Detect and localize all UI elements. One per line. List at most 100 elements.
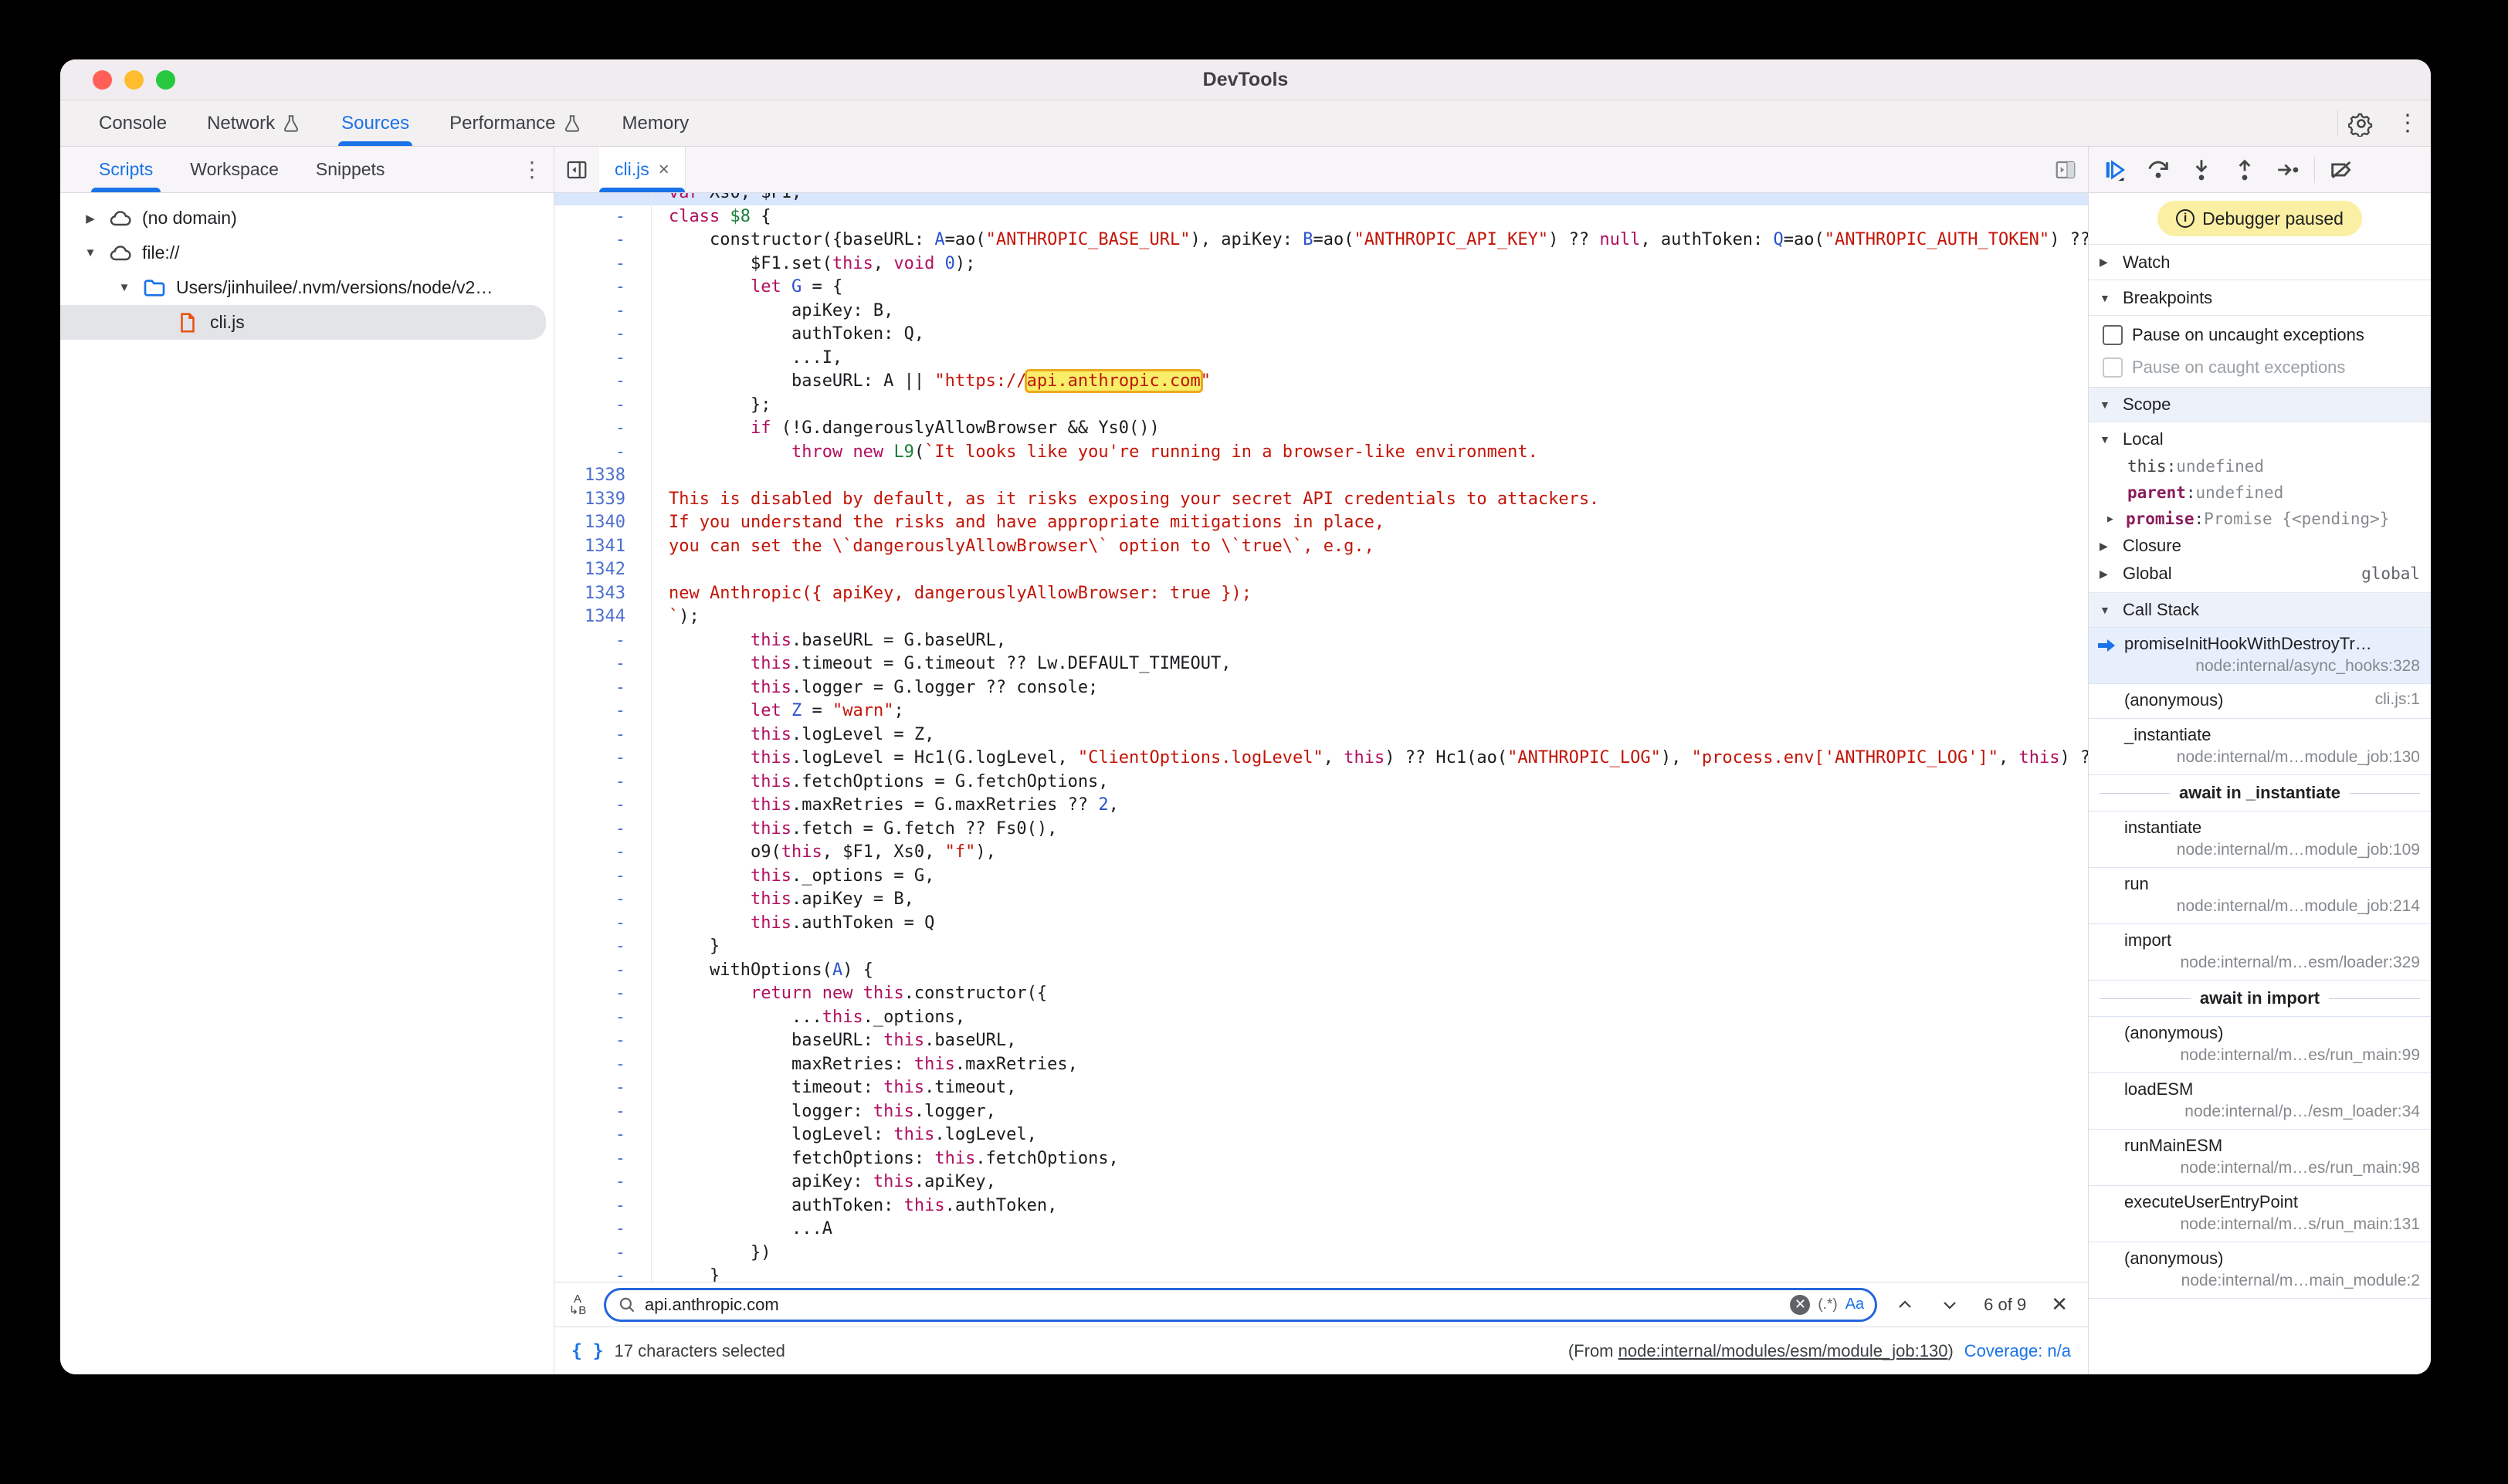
- scope-entry-parent[interactable]: parent: undefined: [2089, 479, 2431, 506]
- resume-script-icon[interactable]: [2095, 151, 2135, 188]
- section-watch[interactable]: ▶ Watch: [2089, 244, 2431, 280]
- match-case-toggle[interactable]: Aa: [1845, 1296, 1864, 1313]
- line-number[interactable]: -: [554, 1242, 625, 1265]
- call-stack-frame[interactable]: (anonymous)cli.js:1: [2089, 684, 2431, 719]
- line-number[interactable]: -: [554, 1076, 625, 1100]
- line-number[interactable]: -: [554, 794, 625, 818]
- tab-memory[interactable]: Memory: [602, 100, 710, 146]
- chevron-right-icon[interactable]: ▶: [80, 212, 100, 225]
- line-number[interactable]: -: [554, 865, 625, 889]
- line-number[interactable]: -: [554, 652, 625, 676]
- line-number[interactable]: -: [554, 1218, 625, 1242]
- call-stack-frame[interactable]: importnode:internal/m…esm/loader:329: [2089, 924, 2431, 981]
- line-number[interactable]: -: [554, 841, 625, 865]
- line-number[interactable]: -: [554, 912, 625, 936]
- line-number[interactable]: 1343: [554, 582, 625, 606]
- deactivate-breakpoints-icon[interactable]: [2321, 151, 2361, 188]
- section-call-stack[interactable]: ▼ Call Stack: [2089, 592, 2431, 628]
- hide-navigator-icon[interactable]: [554, 158, 599, 181]
- line-number[interactable]: -: [554, 818, 625, 842]
- call-stack-frame[interactable]: instantiatenode:internal/m…module_job:10…: [2089, 811, 2431, 868]
- call-stack-frame[interactable]: _instantiatenode:internal/m…module_job:1…: [2089, 719, 2431, 775]
- scope-local[interactable]: ▼ Local: [2089, 425, 2431, 453]
- line-number[interactable]: -: [554, 982, 625, 1006]
- tab-sources[interactable]: Sources: [321, 100, 429, 146]
- call-stack-frame[interactable]: runMainESMnode:internal/m…es/run_main:98: [2089, 1130, 2431, 1186]
- section-breakpoints[interactable]: ▼ Breakpoints: [2089, 280, 2431, 315]
- chevron-right-icon[interactable]: ▶: [2107, 513, 2126, 525]
- line-number[interactable]: -: [554, 1053, 625, 1077]
- close-find-bar-icon[interactable]: ✕: [2043, 1293, 2076, 1316]
- section-scope[interactable]: ▼ Scope: [2089, 387, 2431, 422]
- call-stack-frame[interactable]: executeUserEntryPointnode:internal/m…s/r…: [2089, 1186, 2431, 1242]
- step-over-icon[interactable]: [2138, 151, 2178, 188]
- tab-network[interactable]: Network: [187, 100, 321, 146]
- clear-search-icon[interactable]: ✕: [1790, 1295, 1810, 1315]
- navigator-more-kebab-icon[interactable]: ⋮: [510, 147, 554, 192]
- tree-item-file-[interactable]: ▼file://: [60, 235, 554, 270]
- more-options-kebab-icon[interactable]: ⋮: [2384, 100, 2431, 146]
- call-stack-frame[interactable]: promiseInitHookWithDestroyTr…node:intern…: [2089, 628, 2431, 684]
- line-number[interactable]: -: [554, 1147, 625, 1171]
- replace-toggle-icon[interactable]: A↳B: [562, 1293, 593, 1316]
- regex-toggle[interactable]: (.*): [1818, 1296, 1837, 1313]
- step-icon[interactable]: [2268, 151, 2308, 188]
- line-number[interactable]: -: [554, 1194, 625, 1218]
- line-number[interactable]: 1340: [554, 511, 625, 535]
- tab-performance[interactable]: Performance: [429, 100, 602, 146]
- navigator-tab-workspace[interactable]: Workspace: [171, 147, 297, 192]
- navigator-tab-snippets[interactable]: Snippets: [297, 147, 404, 192]
- line-number[interactable]: -: [554, 252, 625, 276]
- line-number[interactable]: -: [554, 676, 625, 700]
- source-code-view[interactable]: var Xs0, $F1;-class $8 {- constructor({b…: [554, 193, 2088, 1282]
- line-number[interactable]: -: [554, 205, 625, 229]
- step-into-icon[interactable]: [2181, 151, 2222, 188]
- line-number[interactable]: [554, 193, 625, 205]
- line-number[interactable]: -: [554, 323, 625, 347]
- line-number[interactable]: -: [554, 747, 625, 771]
- close-window-button[interactable]: [93, 70, 112, 90]
- line-number[interactable]: -: [554, 1006, 625, 1030]
- line-number[interactable]: -: [554, 935, 625, 959]
- tab-cli-js[interactable]: cli.js ×: [599, 147, 686, 192]
- next-match-icon[interactable]: [1933, 1296, 1967, 1314]
- line-number[interactable]: 1341: [554, 535, 625, 559]
- step-out-icon[interactable]: [2225, 151, 2265, 188]
- call-stack-frame[interactable]: (anonymous)node:internal/m…main_module:2: [2089, 1242, 2431, 1299]
- line-number[interactable]: -: [554, 300, 625, 324]
- minimize-window-button[interactable]: [124, 70, 144, 90]
- chevron-down-icon[interactable]: ▼: [80, 246, 100, 259]
- line-number[interactable]: -: [554, 723, 625, 747]
- line-number[interactable]: -: [554, 1171, 625, 1194]
- tree-item-cli-js[interactable]: cli.js: [60, 305, 546, 340]
- line-number[interactable]: -: [554, 959, 625, 983]
- line-number[interactable]: -: [554, 771, 625, 795]
- chevron-down-icon[interactable]: ▼: [114, 281, 134, 294]
- line-number[interactable]: -: [554, 417, 625, 441]
- line-number[interactable]: 1342: [554, 558, 625, 582]
- line-number[interactable]: -: [554, 229, 625, 252]
- scope-entry-this[interactable]: this: undefined: [2089, 453, 2431, 479]
- line-number[interactable]: -: [554, 276, 625, 300]
- line-number[interactable]: -: [554, 441, 625, 465]
- tab-console[interactable]: Console: [79, 100, 187, 146]
- checkbox[interactable]: [2103, 325, 2123, 345]
- collapse-sidebar-icon[interactable]: [2043, 158, 2088, 181]
- tree-item-users-jinhuilee-nvm-versions-node-v2-[interactable]: ▼Users/jinhuilee/.nvm/versions/node/v2…: [60, 270, 554, 305]
- scope-closure[interactable]: ▶ Closure: [2089, 532, 2431, 560]
- line-number[interactable]: 1344: [554, 605, 625, 629]
- navigator-tab-scripts[interactable]: Scripts: [80, 147, 171, 192]
- previous-match-icon[interactable]: [1888, 1296, 1922, 1314]
- call-stack-frame[interactable]: (anonymous)node:internal/m…es/run_main:9…: [2089, 1017, 2431, 1073]
- line-number[interactable]: -: [554, 370, 625, 394]
- line-number[interactable]: -: [554, 1100, 625, 1124]
- scope-global[interactable]: ▶ Global global: [2089, 560, 2431, 588]
- line-number[interactable]: -: [554, 347, 625, 371]
- zoom-window-button[interactable]: [156, 70, 175, 90]
- line-number[interactable]: 1338: [554, 464, 625, 488]
- line-number[interactable]: 1339: [554, 488, 625, 512]
- search-input[interactable]: api.anthropic.com ✕ (.*) Aa: [604, 1288, 1877, 1322]
- tree-item--no-domain-[interactable]: ▶(no domain): [60, 201, 554, 235]
- line-number[interactable]: -: [554, 1029, 625, 1053]
- settings-gear-icon[interactable]: [2338, 100, 2384, 146]
